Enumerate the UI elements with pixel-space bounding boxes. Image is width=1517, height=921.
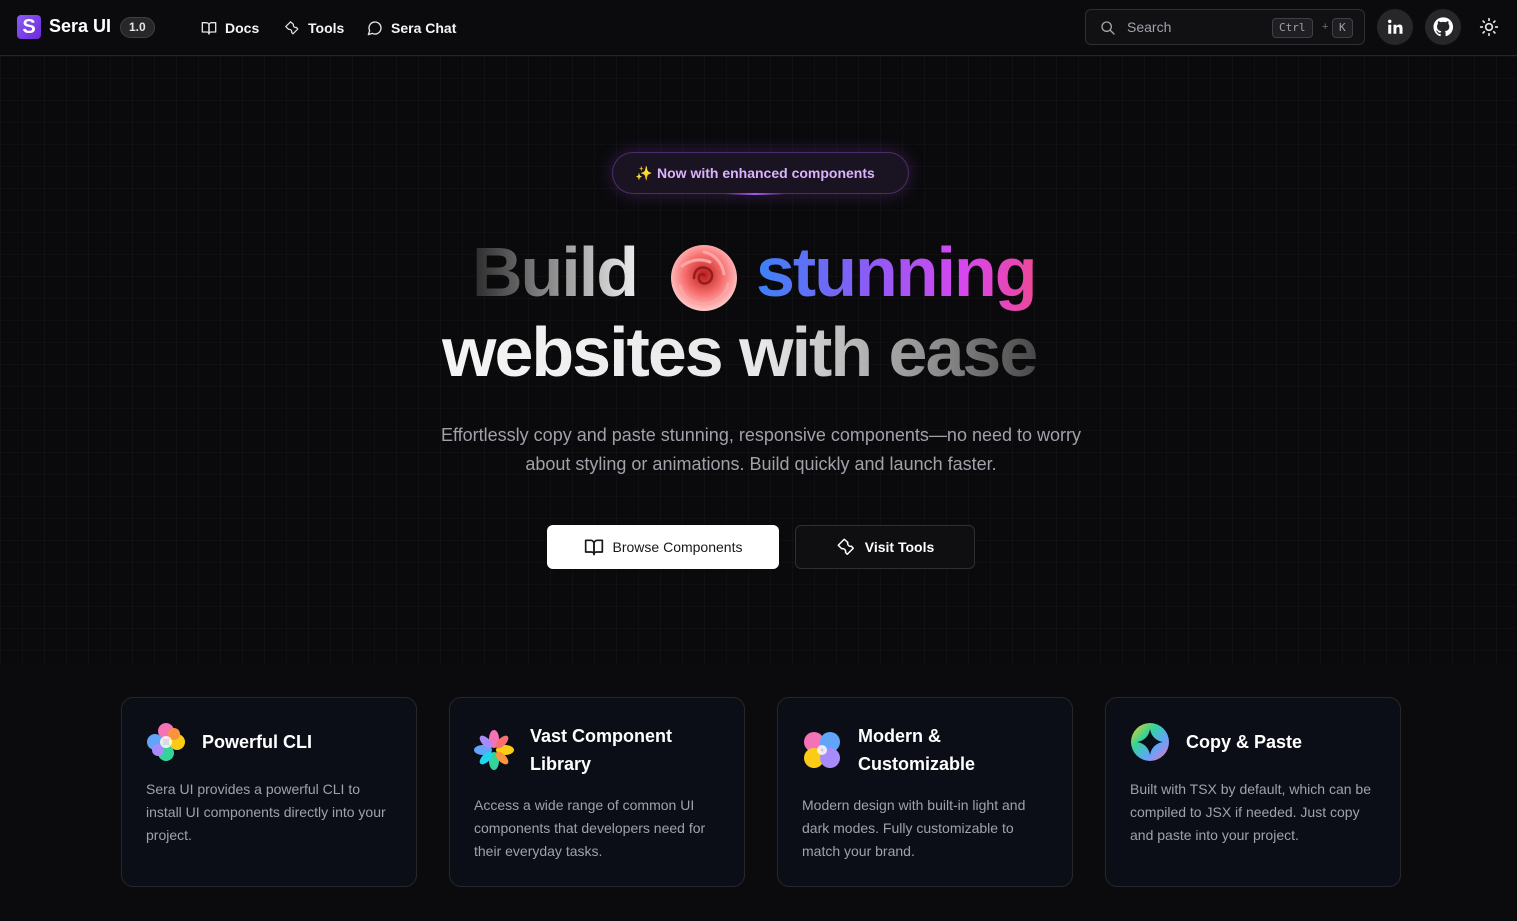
linkedin-icon	[1388, 19, 1403, 34]
feature-card-powerful-cli: Powerful CLI Sera UI provides a powerful…	[121, 697, 417, 887]
badge-glow-line	[725, 193, 785, 195]
book-icon	[584, 539, 603, 556]
nav-sera-chat[interactable]: Sera Chat	[367, 18, 456, 38]
nav-sera-chat-label: Sera Chat	[391, 20, 457, 36]
feature-title: Modern & Customizable	[858, 726, 976, 774]
brand-name[interactable]: Sera UI	[49, 16, 111, 37]
nav-tools-label: Tools	[308, 20, 345, 36]
hero-title-line2: websites with ease	[442, 312, 1082, 398]
github-button[interactable]	[1425, 9, 1461, 45]
feature-card-copy-paste: Copy & Paste Built with TSX by default, …	[1105, 697, 1401, 887]
badge-text: Now with enhanced components	[657, 165, 875, 181]
wrench-icon	[285, 21, 299, 35]
rainbow-flower-icon	[147, 723, 185, 761]
logo-icon[interactable]: S	[17, 15, 41, 39]
browse-components-button[interactable]: Browse Components	[547, 525, 779, 569]
top-navbar: S Sera UI 1.0 Docs Tools Sera Chat Searc…	[0, 0, 1517, 56]
feature-title: Copy & Paste	[1186, 732, 1303, 752]
wrench-icon	[837, 538, 854, 556]
kbd-k: K	[1332, 18, 1353, 38]
chat-bubble-icon	[367, 21, 382, 36]
hero-word-stunning: stunning	[756, 233, 1037, 311]
visit-tools-label: Visit Tools	[864, 539, 935, 555]
feature-description: Modern design with built-in light and da…	[802, 797, 1026, 859]
sparkle-icon: ✨	[635, 165, 653, 181]
nav-docs-label: Docs	[225, 20, 260, 36]
github-icon	[1433, 17, 1453, 37]
hero-subtitle: Effortlessly copy and paste stunning, re…	[440, 425, 1082, 474]
feature-description: Built with TSX by default, which can be …	[1130, 781, 1371, 843]
linkedin-button[interactable]	[1377, 9, 1413, 45]
announcement-badge[interactable]: ✨ Now with enhanced components	[612, 152, 909, 195]
search-box[interactable]: Search Ctrl + K	[1085, 9, 1365, 45]
book-icon	[201, 22, 217, 35]
nav-docs[interactable]: Docs	[201, 18, 259, 38]
kbd-ctrl: Ctrl	[1272, 18, 1313, 38]
visit-tools-button[interactable]: Visit Tools	[795, 525, 975, 569]
feature-card-component-library: Vast Component Library Access a wide ran…	[449, 697, 745, 887]
kbd-plus: +	[1322, 21, 1329, 33]
sun-icon[interactable]	[1479, 17, 1499, 37]
nav-tools[interactable]: Tools	[284, 18, 344, 38]
rainbow-sparkle-icon	[1131, 723, 1169, 761]
rose-icon	[671, 245, 737, 311]
feature-title: Powerful CLI	[202, 732, 313, 752]
hero-word-build: Build	[472, 233, 639, 311]
browse-components-label: Browse Components	[612, 539, 743, 555]
rainbow-clover-icon	[804, 732, 840, 768]
feature-description: Access a wide range of common UI compone…	[474, 797, 706, 859]
feature-description: Sera UI provides a powerful CLI to insta…	[146, 781, 386, 843]
feature-card-modern-customizable: Modern & Customizable Modern design with…	[777, 697, 1073, 887]
rainbow-pinwheel-icon	[474, 730, 514, 770]
version-badge: 1.0	[120, 17, 155, 38]
feature-title: Vast Component Library	[530, 726, 673, 774]
search-icon	[1101, 21, 1115, 35]
search-placeholder: Search	[1127, 19, 1172, 35]
